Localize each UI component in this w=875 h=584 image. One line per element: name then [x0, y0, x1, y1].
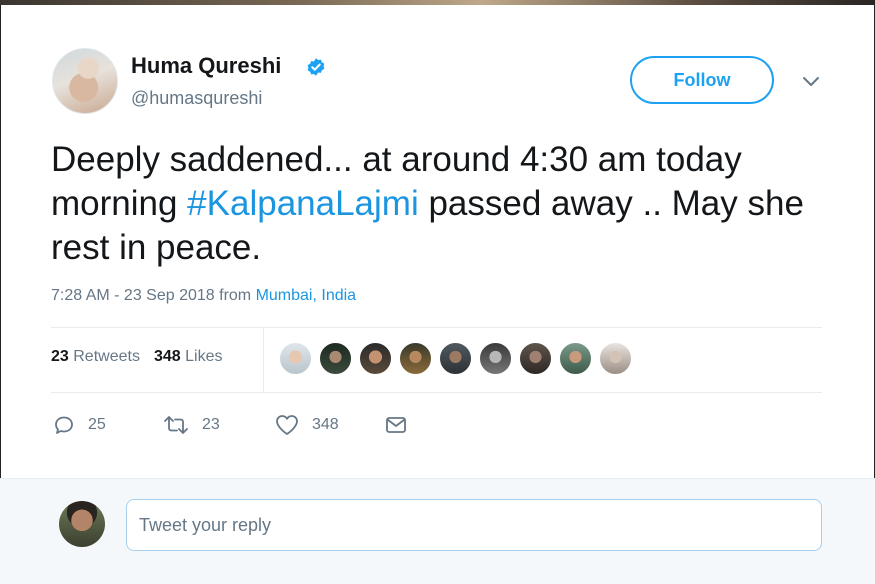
header-image-strip — [0, 0, 875, 5]
like-button[interactable]: 348 — [274, 410, 339, 440]
hashtag-link[interactable]: #KalpanaLajmi — [187, 184, 419, 223]
likes-stat[interactable]: 348 Likes — [154, 348, 223, 365]
user-handle[interactable]: @humasqureshi — [131, 88, 262, 109]
like-count: 348 — [312, 416, 339, 433]
retweets-label: Retweets — [73, 348, 140, 365]
retweet-button[interactable]: 23 — [162, 410, 220, 440]
profile-avatar[interactable] — [52, 48, 118, 114]
location-link[interactable]: Mumbai, India — [256, 287, 357, 304]
liker-avatar[interactable] — [519, 342, 552, 375]
engagement-stats: 23 Retweets 348 Likes — [51, 348, 222, 366]
liker-avatar[interactable] — [399, 342, 432, 375]
verified-badge-icon — [307, 58, 325, 76]
follow-button[interactable]: Follow — [630, 56, 774, 104]
retweet-count: 23 — [202, 416, 220, 433]
heart-icon — [276, 415, 298, 435]
chevron-down-icon[interactable] — [801, 72, 821, 92]
tweet-timestamp-line: 7:28 AM - 23 Sep 2018 from Mumbai, India — [51, 287, 356, 305]
liker-avatar[interactable] — [479, 342, 512, 375]
direct-message-button[interactable] — [384, 410, 420, 440]
likes-label: Likes — [185, 348, 223, 365]
divider — [51, 392, 822, 393]
from-label: from — [219, 287, 252, 304]
retweets-count: 23 — [51, 348, 69, 365]
divider — [51, 327, 822, 328]
tweet-text: Deeply saddened... at around 4:30 am tod… — [51, 138, 841, 270]
display-name[interactable]: Huma Qureshi — [131, 53, 281, 79]
reply-button[interactable]: 25 — [52, 410, 106, 440]
envelope-icon — [386, 417, 406, 433]
retweets-stat[interactable]: 23 Retweets — [51, 348, 140, 365]
liker-avatar[interactable] — [599, 342, 632, 375]
reply-icon — [55, 416, 73, 434]
retweet-icon — [164, 416, 188, 434]
tweet-actions: 25 23 348 — [52, 410, 452, 440]
reply-input[interactable] — [126, 499, 822, 551]
liker-avatar[interactable] — [559, 342, 592, 375]
stats-divider — [263, 327, 264, 392]
liker-avatar[interactable] — [319, 342, 352, 375]
likes-count: 348 — [153, 348, 181, 365]
current-user-avatar[interactable] — [59, 501, 105, 547]
tweet-time[interactable]: 7:28 AM - 23 Sep 2018 — [51, 287, 215, 304]
liker-avatar[interactable] — [279, 342, 312, 375]
liker-avatar[interactable] — [439, 342, 472, 375]
reply-count: 25 — [88, 416, 106, 433]
liker-avatar[interactable] — [359, 342, 392, 375]
